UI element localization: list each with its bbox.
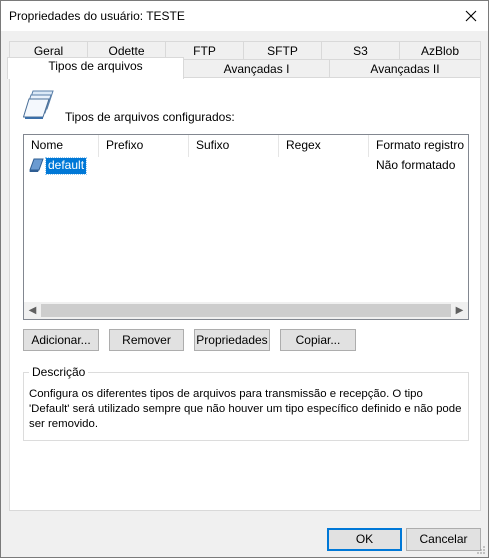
tab-label: FTP [193,44,216,58]
remove-button[interactable]: Remover [109,329,184,351]
tab-label: S3 [353,44,368,58]
scroll-thumb[interactable] [41,304,451,317]
tab-label: Avançadas II [370,62,440,76]
file-types-icon [23,90,54,119]
horizontal-scrollbar[interactable]: ◀ ▶ [24,302,468,319]
close-button[interactable] [454,1,488,31]
resize-grip-icon[interactable] [476,545,486,555]
tab-label: Odette [108,44,145,58]
column-header-sufixo[interactable]: Sufixo [189,135,279,157]
file-types-list[interactable]: Nome Prefixo Sufixo Regex Formato regist… [23,134,469,320]
tab-label: Avançadas I [223,62,290,76]
tab-label: AzBlob [420,44,460,58]
description-text: Configura os diferentes tipos de arquivo… [29,388,462,430]
file-type-icon [29,158,44,172]
tab-azblob[interactable]: AzBlob [399,41,481,61]
column-header-prefixo[interactable]: Prefixo [99,135,189,157]
properties-button[interactable]: Propriedades [194,329,270,351]
row-format: Não formatado [376,158,456,172]
title-bar: Propriedades do usuário: TESTE [1,1,488,31]
column-header-formato[interactable]: Formato registro [369,135,468,157]
tab-label: Geral [33,44,64,58]
window-title: Propriedades do usuário: TESTE [9,9,185,23]
tab-tipos-de-arquivos[interactable]: Tipos de arquivos [7,57,184,79]
row-name[interactable]: default [44,157,88,175]
cancel-button[interactable]: Cancelar [406,528,481,551]
tab-label: Tipos de arquivos [48,59,143,73]
tab-avancadas-ii[interactable]: Avançadas II [329,59,481,79]
tab-avancadas-i[interactable]: Avançadas I [183,59,330,79]
tab-sftp[interactable]: SFTP [243,41,322,61]
close-icon [465,10,477,22]
ok-button[interactable]: OK [327,528,402,551]
column-header-regex[interactable]: Regex [279,135,369,157]
list-row[interactable]: default Não formatado [24,157,468,175]
scroll-left-icon[interactable]: ◀ [24,302,41,319]
tab-label: SFTP [267,44,298,58]
add-button[interactable]: Adicionar... [23,329,99,351]
description-legend: Descrição [29,365,89,379]
scroll-right-icon[interactable]: ▶ [451,302,468,319]
configured-types-label: Tipos de arquivos configurados: [65,110,235,124]
copy-button[interactable]: Copiar... [280,329,356,351]
properties-dialog: Propriedades do usuário: TESTE Geral Ode… [0,0,489,558]
tab-s3[interactable]: S3 [321,41,400,61]
list-header: Nome Prefixo Sufixo Regex Formato regist… [24,135,468,157]
column-header-nome[interactable]: Nome [24,135,99,157]
